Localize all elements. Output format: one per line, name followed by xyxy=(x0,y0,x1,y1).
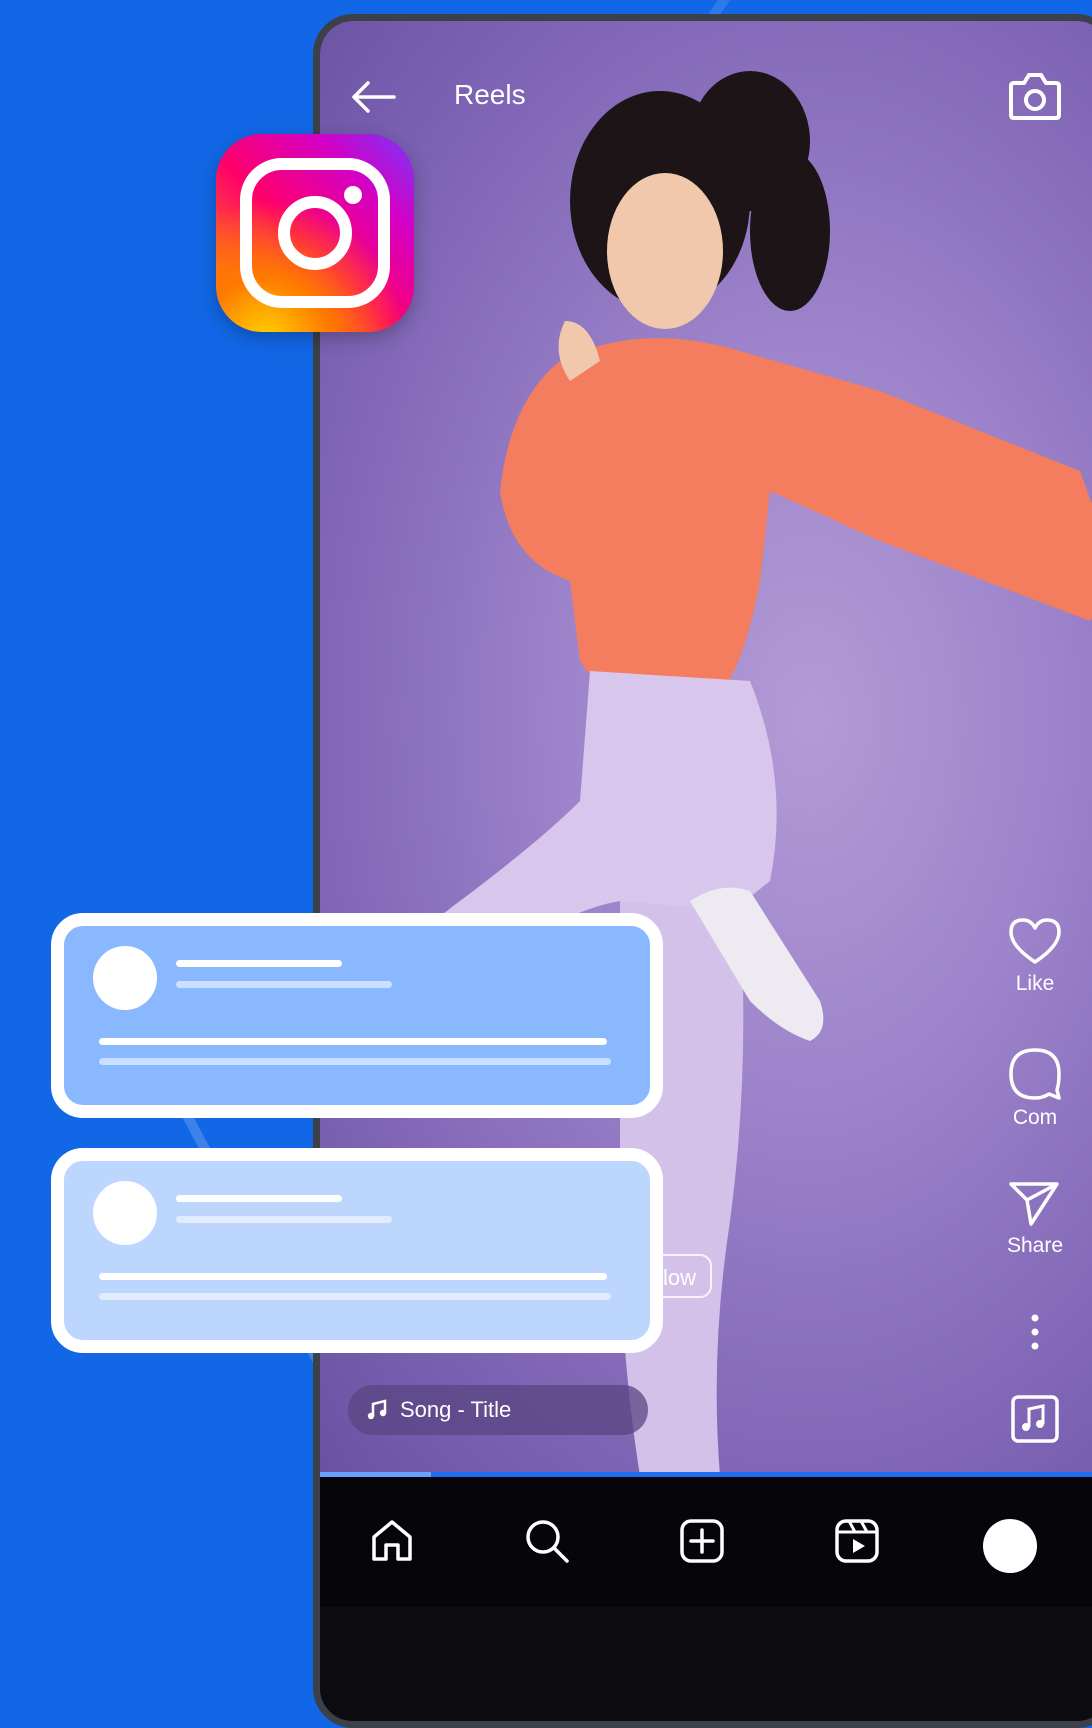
nav-add[interactable] xyxy=(672,1517,732,1577)
like-button[interactable]: Like xyxy=(980,916,1090,996)
reels-icon xyxy=(835,1519,879,1563)
share-label: Share xyxy=(1006,1234,1064,1257)
comment-button[interactable]: Com xyxy=(980,1046,1090,1130)
song-title: Song - Title xyxy=(400,1397,512,1422)
comment-icon xyxy=(1009,1048,1061,1100)
avatar xyxy=(93,1181,157,1245)
comment-label: Com xyxy=(1012,1106,1058,1129)
share-icon xyxy=(1009,1182,1059,1226)
instagram-logo xyxy=(216,134,414,332)
more-icon xyxy=(1031,1314,1039,1350)
placeholder-line xyxy=(176,1216,392,1223)
page-title: Reels xyxy=(454,79,526,110)
share-button[interactable]: Share xyxy=(980,1178,1090,1258)
more-options-button[interactable] xyxy=(980,1312,1090,1358)
nav-home[interactable] xyxy=(362,1517,422,1577)
home-icon xyxy=(372,1520,412,1561)
audio-button[interactable] xyxy=(980,1394,1090,1450)
notification-card[interactable] xyxy=(51,1148,663,1353)
placeholder-line xyxy=(99,1273,607,1280)
search-icon xyxy=(526,1520,569,1563)
nav-search[interactable] xyxy=(517,1517,577,1577)
placeholder-line xyxy=(99,1038,607,1045)
placeholder-line xyxy=(176,960,342,967)
song-pill[interactable]: Song - Title xyxy=(348,1385,648,1435)
add-icon xyxy=(680,1519,724,1563)
placeholder-line xyxy=(176,981,392,988)
placeholder-line xyxy=(99,1058,611,1065)
phone-frame: Reels Like Com Share Follow Song - Title xyxy=(313,14,1092,1728)
camera-icon[interactable] xyxy=(1008,71,1062,121)
heart-icon xyxy=(1009,918,1061,964)
profile-avatar[interactable] xyxy=(983,1519,1037,1573)
music-note-icon xyxy=(367,1399,387,1420)
notification-card[interactable] xyxy=(51,913,663,1118)
placeholder-line xyxy=(176,1195,342,1202)
bottom-nav xyxy=(320,1477,1092,1607)
music-icon xyxy=(1011,1395,1059,1443)
avatar xyxy=(93,946,157,1010)
like-label: Like xyxy=(1015,972,1055,995)
instagram-camera-glyph xyxy=(240,158,390,308)
nav-reels[interactable] xyxy=(827,1517,887,1577)
placeholder-line xyxy=(99,1293,611,1300)
back-arrow-icon[interactable] xyxy=(348,77,398,117)
